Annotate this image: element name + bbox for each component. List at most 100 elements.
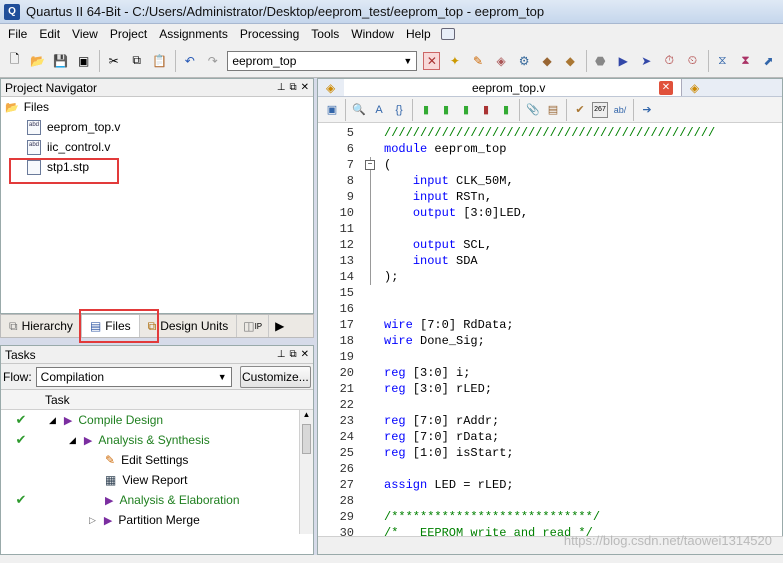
tab-hierarchy[interactable]: ⧉ Hierarchy: [1, 315, 82, 337]
code-line[interactable]: 12 output SCL,: [318, 237, 783, 253]
task-row[interactable]: ✔ ▶ Analysis & Elaboration: [1, 490, 313, 510]
expand-icon[interactable]: ▷: [89, 515, 96, 526]
menu-processing[interactable]: Processing: [234, 27, 305, 41]
code-line[interactable]: 24 reg [7:0] rData;: [318, 429, 783, 445]
save-icon[interactable]: 💾: [52, 52, 69, 70]
expand-icon[interactable]: ◢: [69, 435, 76, 446]
menu-assignments[interactable]: Assignments: [153, 27, 234, 41]
task-row[interactable]: ✎ Edit Settings: [1, 450, 313, 470]
settings-wand-icon[interactable]: ✎: [469, 52, 486, 70]
code-line[interactable]: 9 input RSTn,: [318, 189, 783, 205]
restore-icon[interactable]: ⧉: [289, 82, 296, 93]
compile-options-icon[interactable]: ⚙: [516, 52, 533, 70]
check-syntax-icon[interactable]: ✔: [572, 102, 588, 118]
attach-icon[interactable]: 📎: [525, 102, 541, 118]
code-line[interactable]: 5 ///////////////////////////////////////…: [318, 125, 783, 141]
find-icon[interactable]: 🔍: [351, 102, 367, 118]
code-line[interactable]: 18 wire Done_Sig;: [318, 333, 783, 349]
top-entity-select[interactable]: eeprom_top ▼: [227, 50, 418, 71]
bookmark-prev-icon[interactable]: ▮: [458, 102, 474, 118]
stop-icon[interactable]: ⬣: [592, 52, 609, 70]
tree-folder-files[interactable]: 📂 Files: [1, 97, 313, 117]
pin-icon[interactable]: ⊥: [277, 82, 286, 93]
netlist-viewer-icon[interactable]: ⧗: [737, 52, 754, 70]
insert-template-icon[interactable]: ▤: [545, 102, 561, 118]
tab-ip[interactable]: ◫ IP: [237, 315, 270, 337]
task-row[interactable]: ✔ ◢ ▶ Analysis & Synthesis: [1, 430, 313, 450]
start-compilation-icon[interactable]: ▶: [615, 52, 632, 70]
close-icon[interactable]: ✕: [301, 349, 309, 360]
expand-icon[interactable]: ◢: [49, 415, 56, 426]
code-line[interactable]: 28: [318, 493, 783, 509]
tab-eeprom-top-v[interactable]: eeprom_top.v ✕: [344, 79, 682, 96]
find-replace-icon[interactable]: A: [371, 102, 387, 118]
code-line[interactable]: 23 reg [7:0] rAddr;: [318, 413, 783, 429]
second-editor-tab[interactable]: ◈: [682, 79, 707, 96]
timing-analyzer-icon[interactable]: ⏱: [661, 52, 678, 70]
code-line[interactable]: 11: [318, 221, 783, 237]
open-file-icon[interactable]: 📂: [29, 52, 46, 70]
menu-help[interactable]: Help: [400, 27, 437, 41]
menu-tools[interactable]: Tools: [305, 27, 345, 41]
task-row[interactable]: ▦ View Report: [1, 470, 313, 490]
task-row[interactable]: ✔ ◢ ▶ Compile Design: [1, 410, 313, 430]
pin-icon[interactable]: ⊥: [277, 349, 286, 360]
code-line[interactable]: 7 −(: [318, 157, 783, 173]
chip-planner-icon[interactable]: ✕: [423, 51, 441, 70]
close-icon[interactable]: ✕: [659, 80, 673, 95]
code-line[interactable]: 13 inout SDA: [318, 253, 783, 269]
flow-select[interactable]: Compilation ▼: [35, 366, 232, 387]
programmer-icon[interactable]: ⬈: [760, 52, 777, 70]
code-line[interactable]: 15: [318, 285, 783, 301]
code-line[interactable]: 20 reg [3:0] i;: [318, 365, 783, 381]
menu-window[interactable]: Window: [345, 27, 400, 41]
tasks-scrollbar[interactable]: ▲: [299, 410, 313, 534]
bookmark-next-icon[interactable]: ▮: [438, 102, 454, 118]
task-row[interactable]: ▷ ▶ Partition Merge: [1, 510, 313, 530]
new-file-icon[interactable]: 🗋: [6, 52, 23, 70]
code-line[interactable]: 21 reg [3:0] rLED;: [318, 381, 783, 397]
pin-planner-icon[interactable]: ✦: [446, 52, 463, 70]
tree-file-item[interactable]: abd iic_control.v: [1, 137, 313, 157]
megawizard-icon[interactable]: ◆: [539, 52, 556, 70]
code-line[interactable]: 16: [318, 301, 783, 317]
bookmark-list-icon[interactable]: ▮: [498, 102, 514, 118]
code-line[interactable]: 19: [318, 349, 783, 365]
indent-icon[interactable]: ➔: [639, 102, 655, 118]
code-line[interactable]: 27 assign LED = rLED;: [318, 477, 783, 493]
menu-view[interactable]: View: [66, 27, 104, 41]
menu-project[interactable]: Project: [104, 27, 153, 41]
tab-scroll-right[interactable]: ▶: [269, 315, 290, 337]
menu-file[interactable]: File: [2, 27, 33, 41]
code-line[interactable]: 17 wire [7:0] RdData;: [318, 317, 783, 333]
code-line[interactable]: 26: [318, 461, 783, 477]
window-icon[interactable]: ▣: [324, 102, 340, 118]
code-line[interactable]: 6 module eeprom_top: [318, 141, 783, 157]
close-icon[interactable]: ✕: [301, 82, 309, 93]
line-number-icon[interactable]: 267: [592, 101, 608, 118]
spelling-icon[interactable]: ab/: [612, 102, 628, 118]
scroll-up-icon[interactable]: ▲: [300, 410, 313, 424]
code-line[interactable]: 29 /****************************/: [318, 509, 783, 525]
code-line[interactable]: 8 input CLK_50M,: [318, 173, 783, 189]
code-line[interactable]: 14);: [318, 269, 783, 285]
bookmark-clear-icon[interactable]: ▮: [478, 102, 494, 118]
redo-icon[interactable]: ↷: [204, 52, 221, 70]
cut-icon[interactable]: ✂: [105, 52, 122, 70]
package-icon[interactable]: ◆: [562, 52, 579, 70]
scrollbar-thumb[interactable]: [302, 424, 311, 454]
bookmark-icon[interactable]: ▮: [418, 102, 434, 118]
code-area[interactable]: 5 ///////////////////////////////////////…: [318, 125, 783, 537]
code-line[interactable]: 10 output [3:0]LED,: [318, 205, 783, 221]
bracket-icon[interactable]: {}: [391, 102, 407, 118]
tree-file-item[interactable]: abd eeprom_top.v: [1, 117, 313, 137]
undo-icon[interactable]: ↶: [181, 52, 198, 70]
customize-button[interactable]: Customize...: [239, 365, 311, 388]
paste-icon[interactable]: 📋: [151, 52, 168, 70]
assignment-editor-icon[interactable]: ◈: [493, 52, 510, 70]
code-line[interactable]: 25 reg [1:0] isStart;: [318, 445, 783, 461]
save-all-icon[interactable]: ▣: [75, 52, 92, 70]
menu-edit[interactable]: Edit: [33, 27, 66, 41]
code-line[interactable]: 22: [318, 397, 783, 413]
rtl-viewer-icon[interactable]: ⧖: [714, 52, 731, 70]
